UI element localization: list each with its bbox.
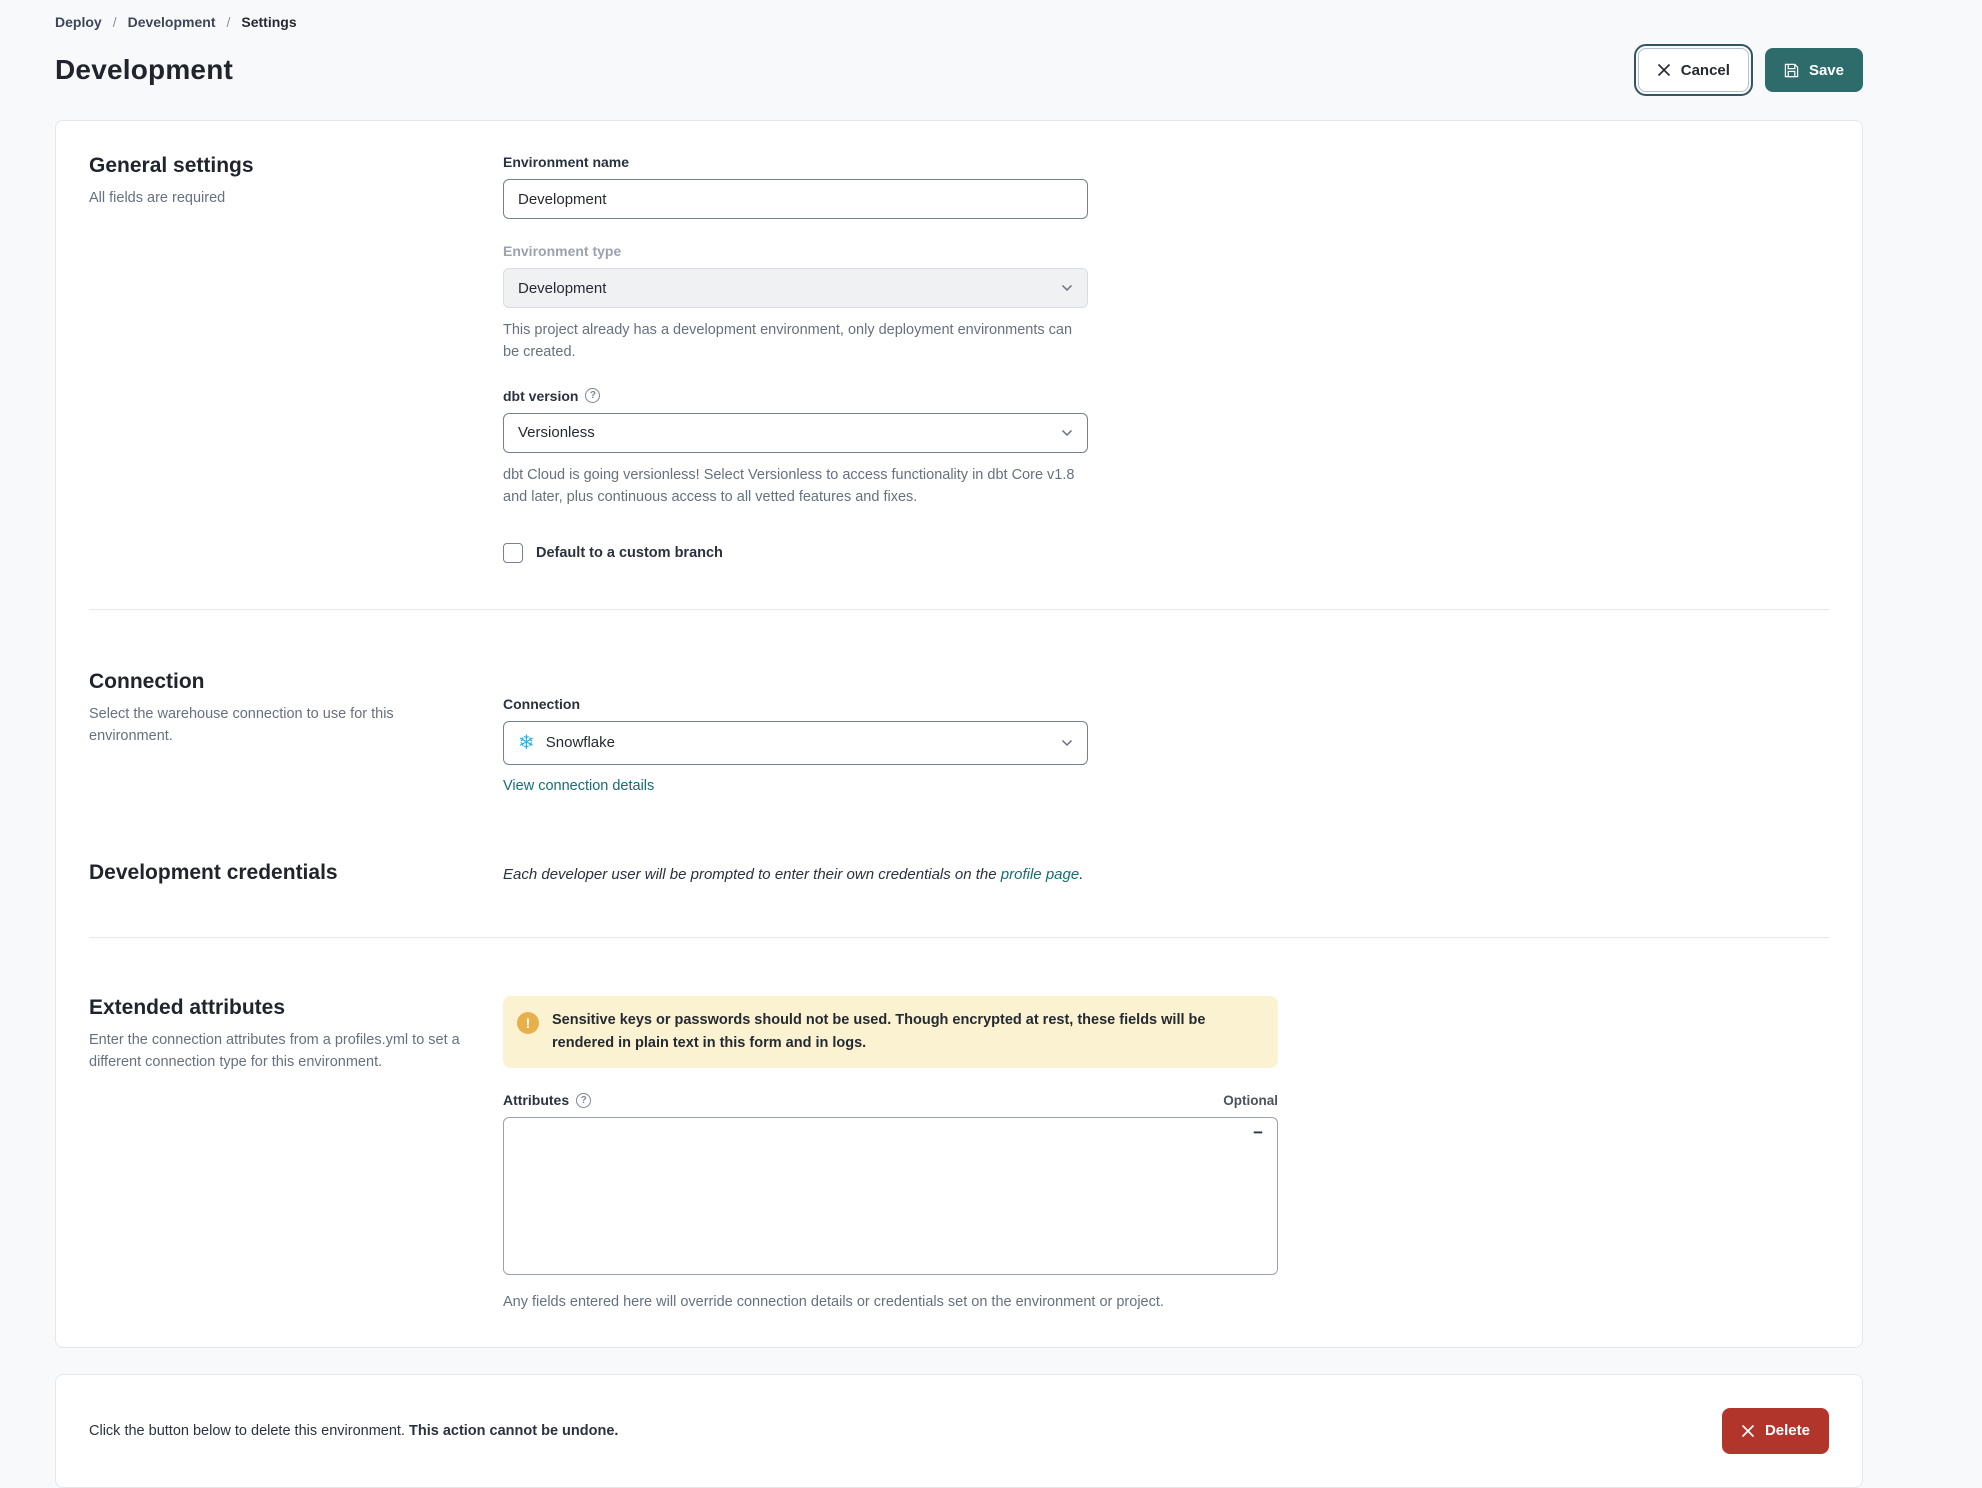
extended-attributes-subheading: Enter the connection attributes from a p… [89, 1031, 460, 1070]
attributes-label: Attributes ? [503, 1092, 592, 1109]
credentials-note-period: . [1079, 865, 1084, 883]
environment-type-help: This project already has a development e… [503, 322, 1073, 361]
page-title: Development [55, 54, 234, 85]
delete-environment-card: Click the button below to delete this en… [55, 1373, 1863, 1488]
breadcrumb-development[interactable]: Development [128, 14, 216, 30]
development-credentials-heading: Development credentials [89, 860, 338, 884]
connection-subheading: Select the warehouse connection to use f… [89, 705, 394, 744]
chevron-down-icon [1061, 739, 1073, 747]
warning-text: Sensitive keys or passwords should not b… [552, 1011, 1206, 1052]
dbt-version-value: Versionless [518, 424, 595, 442]
connection-label: Connection [503, 695, 580, 712]
help-icon[interactable]: ? [585, 388, 601, 404]
environment-name-field: Environment name [503, 154, 1088, 219]
environment-settings-page: Deploy / Development / Settings Developm… [0, 0, 1982, 1488]
save-button-label: Save [1808, 61, 1844, 79]
general-settings-form: Environment name Environment type Develo… [503, 154, 1088, 563]
connection-section: Connection Select the warehouse connecti… [89, 670, 1829, 795]
environment-name-input[interactable] [503, 179, 1088, 219]
view-connection-details-link[interactable]: View connection details [503, 778, 654, 794]
development-credentials-intro: Development credentials [89, 861, 503, 895]
connection-field: Connection ❄ Snowflake View connection d… [503, 696, 1088, 795]
section-divider [89, 936, 1829, 938]
delete-text: Click the button below to delete this en… [89, 1422, 409, 1439]
optional-badge: Optional [1223, 1092, 1278, 1108]
connection-intro: Connection Select the warehouse connecti… [89, 670, 503, 748]
attributes-editor: − [503, 1117, 1278, 1280]
environment-type-field: Environment type Development This projec… [503, 243, 1088, 364]
delete-button[interactable]: Delete [1721, 1407, 1829, 1454]
close-icon [1741, 1424, 1755, 1438]
attributes-helper: Any fields entered here will override co… [503, 1294, 1164, 1311]
chevron-down-icon [1061, 284, 1073, 292]
custom-branch-checkbox[interactable] [503, 542, 523, 563]
chevron-down-icon [1061, 429, 1073, 437]
attributes-textarea[interactable] [503, 1117, 1278, 1276]
cancel-button[interactable]: Cancel [1633, 44, 1753, 96]
environment-type-select: Development [503, 268, 1088, 308]
delete-environment-text: Click the button below to delete this en… [89, 1423, 618, 1439]
breadcrumb-settings: Settings [241, 14, 297, 30]
general-settings-heading: General settings [89, 154, 254, 177]
development-credentials-section: Development credentials Each developer u… [89, 861, 1829, 895]
help-icon[interactable]: ? [576, 1092, 592, 1108]
extended-attributes-intro: Extended attributes Enter the connection… [89, 996, 503, 1074]
warning-icon: ! [517, 1011, 539, 1034]
connection-select[interactable]: ❄ Snowflake [503, 720, 1088, 765]
cancel-button-label: Cancel [1680, 61, 1730, 79]
credentials-note-text: Each developer user will be prompted to … [503, 865, 1001, 883]
save-button[interactable]: Save [1764, 48, 1863, 92]
profile-page-link[interactable]: profile page [1001, 866, 1079, 883]
connection-value: Snowflake [545, 734, 615, 752]
settings-card: General settings All fields are required… [55, 120, 1863, 1348]
close-icon [1657, 63, 1671, 77]
breadcrumb-separator: / [226, 14, 231, 30]
dbt-version-help: dbt Cloud is going versionless! Select V… [503, 466, 1075, 506]
extended-attributes-heading: Extended attributes [89, 995, 286, 1019]
environment-name-label: Environment name [503, 154, 630, 170]
breadcrumb-deploy[interactable]: Deploy [55, 14, 102, 30]
connection-form: Connection ❄ Snowflake View connection d… [503, 696, 1088, 795]
snowflake-icon: ❄ [518, 731, 535, 754]
extended-attributes-section: Extended attributes Enter the connection… [89, 995, 1829, 1314]
delete-button-label: Delete [1764, 1422, 1810, 1440]
dbt-version-field: dbt version ? Versionless dbt Cloud is g… [503, 388, 1088, 509]
attributes-label-row: Attributes ? Optional [503, 1092, 1278, 1108]
page-header: Development Cancel Save [55, 44, 1863, 96]
sensitive-keys-warning: ! Sensitive keys or passwords should not… [503, 995, 1278, 1069]
environment-type-value: Development [518, 279, 607, 297]
attributes-label-text: Attributes [503, 1092, 570, 1109]
environment-type-label: Environment type [503, 243, 622, 259]
general-settings-section: General settings All fields are required… [89, 154, 1829, 563]
save-icon [1784, 63, 1799, 78]
breadcrumb-separator: / [112, 14, 117, 30]
dbt-version-label-text: dbt version [503, 387, 579, 404]
general-settings-subheading: All fields are required [89, 190, 226, 206]
extended-attributes-form: ! Sensitive keys or passwords should not… [503, 995, 1278, 1314]
dbt-version-label: dbt version ? [503, 388, 1088, 404]
header-actions: Cancel Save [1633, 44, 1863, 96]
connection-heading: Connection [89, 669, 205, 693]
delete-text-bold: This action cannot be undone. [408, 1422, 619, 1439]
custom-branch-row: Default to a custom branch [503, 542, 1088, 563]
development-credentials-note: Each developer user will be prompted to … [503, 866, 1083, 883]
breadcrumb: Deploy / Development / Settings [55, 10, 1863, 34]
dbt-version-select[interactable]: Versionless [503, 412, 1088, 453]
section-divider [89, 608, 1829, 610]
collapse-fold-icon[interactable]: − [1253, 1124, 1263, 1141]
custom-branch-label[interactable]: Default to a custom branch [536, 545, 723, 561]
general-settings-intro: General settings All fields are required [89, 154, 503, 210]
